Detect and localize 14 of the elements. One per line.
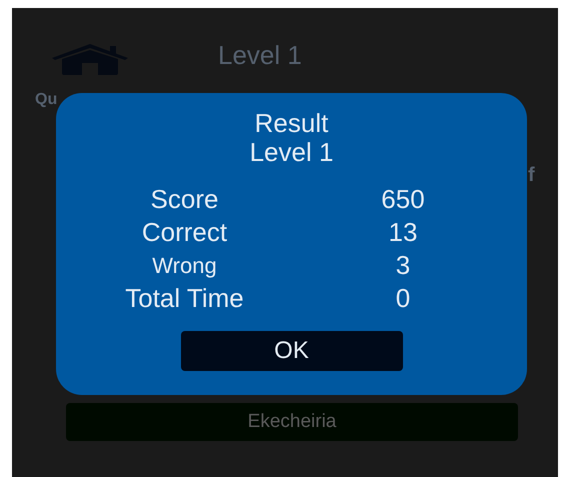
stat-label: Total Time <box>124 282 245 315</box>
stat-value: 13 <box>388 216 418 249</box>
stat-value: 0 <box>394 282 412 315</box>
dialog-subtitle: Level 1 <box>248 138 334 167</box>
stat-value: 3 <box>394 249 412 282</box>
question-number: Qu <box>35 91 58 109</box>
stat-label: Correct <box>140 216 228 249</box>
stat-value: 650 <box>380 183 426 216</box>
question-text: f <box>528 166 536 185</box>
dialog-title: Result <box>254 109 330 138</box>
ok-button[interactable]: OK <box>180 331 402 371</box>
stat-label: Wrong <box>151 252 218 280</box>
screen-title: Level 1 <box>218 39 302 72</box>
stat-label: Score <box>150 183 220 216</box>
